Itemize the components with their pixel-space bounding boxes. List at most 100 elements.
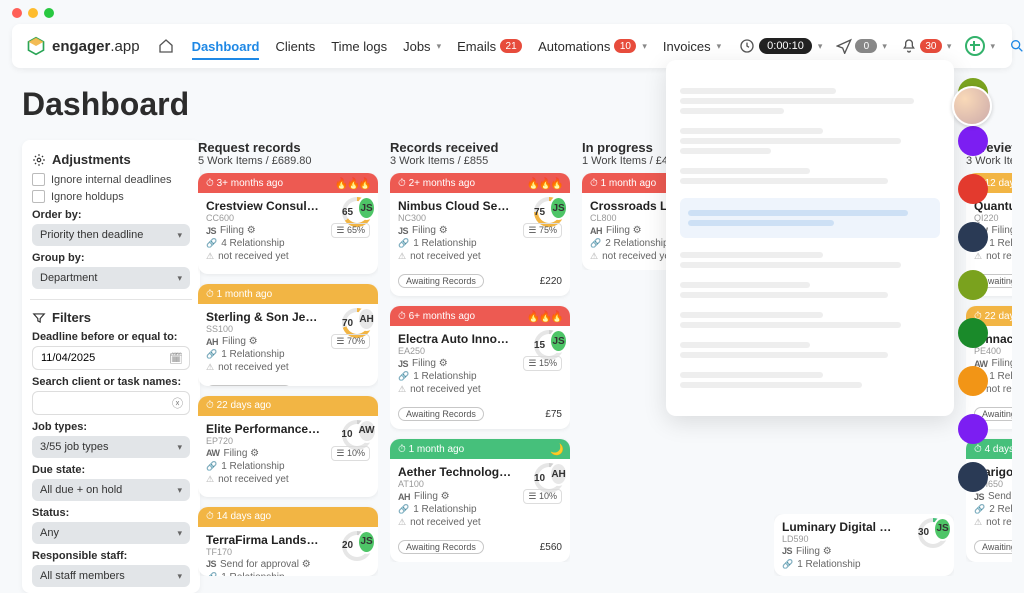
card-body: Luminary Digital Market...LD590JS Filing…	[774, 514, 954, 576]
nav-clients[interactable]: Clients	[275, 27, 315, 66]
assignee-avatar[interactable]: JS	[357, 196, 376, 220]
nav-jobs[interactable]: Jobs▾	[403, 27, 441, 66]
deadline-input[interactable]: 🗓	[32, 346, 190, 370]
card-footer: Awaiting Records£430.50	[198, 493, 378, 497]
work-item-card[interactable]: ⏱ 1 month ago🌙Aether Technologies PLCAT1…	[390, 439, 570, 562]
status-chip[interactable]: Awaiting Records	[398, 540, 484, 554]
nav-dashboard[interactable]: Dashboard	[192, 27, 260, 66]
status-dot[interactable]	[958, 222, 988, 252]
work-item-card[interactable]: ⏱ 6+ months ago🔥🔥🔥Electra Auto Innovatio…	[390, 306, 570, 429]
assignee-avatar[interactable]: JS	[549, 196, 568, 220]
group-by-label: Group by:	[32, 252, 190, 264]
client-name: Elite Performance Athleti...	[206, 422, 321, 436]
assignee-tag: AH	[590, 226, 602, 236]
gear-icon	[32, 153, 46, 167]
ignore-holdups[interactable]: Ignore holdups	[32, 190, 190, 203]
minimize-dot[interactable]	[28, 8, 38, 18]
client-name: Sterling & Son Jewelers	[206, 310, 321, 324]
relationship-count: 1 Relationship	[989, 238, 1012, 249]
priority-icon: 🔥🔥🔥	[527, 177, 562, 190]
work-item-card[interactable]: ⏱ 3+ months ago🔥🔥🔥Crestview Consulting L…	[198, 173, 378, 274]
nav-add[interactable]: ▾	[965, 36, 995, 56]
assignee-avatar[interactable]: AW	[357, 419, 377, 443]
note-label: not received yet	[986, 384, 1012, 395]
card-footer: Awaiting Records£60	[198, 381, 378, 385]
link-icon: 🔗	[206, 461, 217, 472]
task-label: Filing ⚙	[606, 225, 642, 236]
responsible-select[interactable]: All staff members▾	[32, 565, 190, 587]
nav-timelogs[interactable]: Time logs	[331, 27, 387, 66]
work-item-card[interactable]: ⏱ 22 days agoElite Performance Athleti..…	[198, 396, 378, 497]
progress-badge: ☰ 65%	[331, 223, 370, 238]
card-body: Electra Auto Innovation...EA250JS Filing…	[390, 326, 570, 403]
age-label: ⏱ 1 month ago	[590, 178, 656, 189]
status-dot[interactable]	[958, 366, 988, 396]
card-footer: Awaiting Records£75	[390, 403, 570, 429]
timer-value: 0:00:10	[759, 38, 812, 54]
progress-badge: ☰ 10%	[523, 489, 562, 504]
warning-icon: ⚠︎	[206, 474, 214, 485]
status-chip[interactable]: Awaiting Records	[398, 274, 484, 288]
status-label: Status:	[32, 507, 190, 519]
assignee-avatar[interactable]: JS	[357, 530, 376, 554]
status-select[interactable]: Any▾	[32, 522, 190, 544]
card-footer: Awaiting Records£130	[198, 270, 378, 274]
card-body: Nimbus Cloud Services...NC300JS Filing ⚙…	[390, 193, 570, 270]
status-dot[interactable]	[958, 318, 988, 348]
assignee-avatar[interactable]: AH	[357, 307, 376, 331]
client-name: TerraFirma Landscapin...	[206, 533, 321, 547]
status-chip[interactable]: Awaiting Records	[974, 540, 1012, 554]
date-field[interactable]	[39, 351, 169, 365]
assignee-avatar[interactable]: JS	[933, 517, 952, 541]
nav-sent[interactable]: 0 ▾	[836, 38, 887, 54]
group-by-select[interactable]: Department▾	[32, 267, 190, 289]
clear-icon[interactable]: ⓧ	[172, 395, 183, 411]
maximize-dot[interactable]	[44, 8, 54, 18]
board-column: Records received3 Work Items / £855⏱ 2+ …	[390, 140, 570, 576]
relationship-count: 1 Relationship	[221, 461, 284, 472]
user-avatar[interactable]	[952, 86, 992, 126]
due-state-select[interactable]: All due + on hold▾	[32, 479, 190, 501]
search-field[interactable]	[39, 396, 172, 410]
job-types-select[interactable]: 3/55 job types▾	[32, 436, 190, 458]
task-label: Filing ⚙	[412, 358, 448, 369]
link-icon: 🔗	[398, 238, 409, 249]
assignee-tag: AW	[206, 448, 220, 458]
assignee-avatar[interactable]: JS	[549, 329, 568, 353]
work-item-card[interactable]: ⏱ 1 month agoSterling & Son JewelersSS10…	[198, 284, 378, 385]
window-controls	[12, 8, 54, 18]
sent-badge: 0	[855, 39, 877, 53]
status-dot[interactable]	[958, 270, 988, 300]
progress-donut: 20JS	[342, 531, 372, 561]
work-item-card[interactable]: Luminary Digital Market...LD590JS Filing…	[774, 514, 954, 576]
ignore-internal-deadlines[interactable]: Ignore internal deadlines	[32, 173, 190, 186]
status-dot[interactable]	[958, 414, 988, 444]
status-dot[interactable]	[958, 126, 988, 156]
nav-home[interactable]	[158, 38, 174, 54]
notifications-panel[interactable]	[666, 60, 954, 416]
warning-icon: ⚠︎	[590, 251, 598, 262]
column-cards: ⏱ 3+ months ago🔥🔥🔥Crestview Consulting L…	[198, 173, 378, 576]
status-dot[interactable]	[958, 462, 988, 492]
timer[interactable]: 0:00:10 ▾	[739, 38, 822, 54]
warning-icon: ⚠︎	[398, 251, 406, 262]
assignee-tag: JS	[206, 559, 216, 569]
nav-automations[interactable]: Automations10▾	[538, 27, 647, 66]
order-by-select[interactable]: Priority then deadline▾	[32, 224, 190, 246]
chevron-down-icon: ▾	[437, 41, 442, 52]
work-item-card[interactable]: ⏱ 14 days agoTerraFirma Landscapin...TF1…	[198, 507, 378, 576]
work-item-card[interactable]: ⏱ 2+ months ago🔥🔥🔥Nimbus Cloud Services.…	[390, 173, 570, 296]
close-dot[interactable]	[12, 8, 22, 18]
search-input[interactable]: ⓧ	[32, 391, 190, 415]
checkbox-icon	[32, 190, 45, 203]
status-dot[interactable]	[958, 174, 988, 204]
warning-icon: ⚠︎	[398, 384, 406, 395]
task-label: Filing ⚙	[412, 225, 448, 236]
nav-emails[interactable]: Emails21	[457, 27, 522, 66]
status-chip[interactable]: Awaiting Records	[398, 407, 484, 421]
nav-search[interactable]	[1009, 38, 1024, 54]
assignee-avatar[interactable]: AH	[549, 462, 568, 486]
job-types-label: Job types:	[32, 421, 190, 433]
nav-notifications[interactable]: 30 ▾	[901, 38, 952, 54]
brand[interactable]: engager.app	[26, 36, 140, 56]
